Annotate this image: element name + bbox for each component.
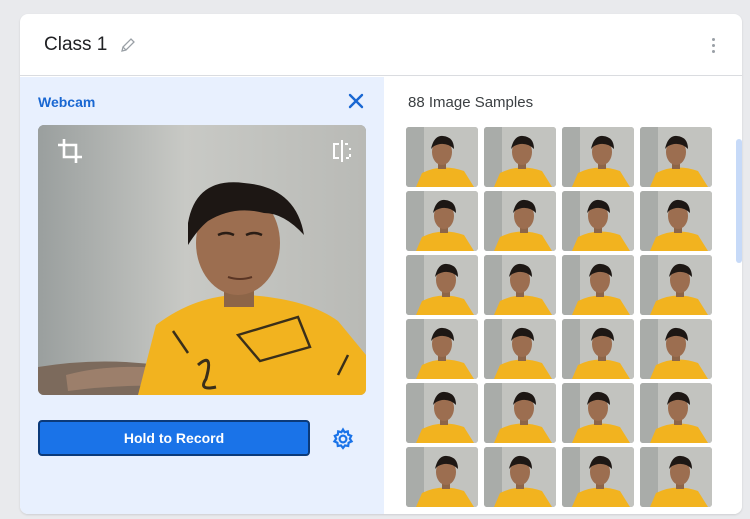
sample-thumbnail[interactable] xyxy=(640,447,712,507)
close-icon[interactable] xyxy=(346,91,366,111)
sample-thumbnail[interactable] xyxy=(640,255,712,315)
webcam-label: Webcam xyxy=(38,94,96,110)
sample-thumbnail[interactable] xyxy=(484,319,556,379)
sample-thumbnail[interactable] xyxy=(562,191,634,251)
class-card-header: Class 1 xyxy=(20,14,742,76)
sample-thumbnail[interactable] xyxy=(406,447,478,507)
sample-thumbnail[interactable] xyxy=(484,255,556,315)
sample-thumbnail[interactable] xyxy=(562,447,634,507)
sample-thumbnail[interactable] xyxy=(406,127,478,187)
webcam-image xyxy=(38,125,366,395)
samples-grid xyxy=(406,127,718,514)
sample-thumbnail[interactable] xyxy=(640,383,712,443)
sample-thumbnail[interactable] xyxy=(640,191,712,251)
sample-thumbnail[interactable] xyxy=(640,127,712,187)
sample-thumbnail[interactable] xyxy=(406,255,478,315)
pencil-icon[interactable] xyxy=(119,36,137,54)
sample-thumbnail[interactable] xyxy=(406,383,478,443)
sample-thumbnail[interactable] xyxy=(562,127,634,187)
sample-thumbnail[interactable] xyxy=(562,319,634,379)
sample-thumbnail[interactable] xyxy=(484,447,556,507)
kebab-menu-icon[interactable] xyxy=(712,38,716,54)
flip-icon[interactable] xyxy=(332,139,352,163)
class-card: Class 1 Webcam Hold to Record 88 Image S… xyxy=(20,14,742,514)
samples-scrollbar[interactable] xyxy=(736,139,742,263)
sample-thumbnail[interactable] xyxy=(484,127,556,187)
webcam-panel: Webcam Hold to Record xyxy=(20,77,384,514)
sample-thumbnail[interactable] xyxy=(640,319,712,379)
samples-panel: 88 Image Samples xyxy=(384,77,742,514)
sample-thumbnail[interactable] xyxy=(484,191,556,251)
crop-icon[interactable] xyxy=(56,137,84,165)
hold-to-record-button[interactable]: Hold to Record xyxy=(38,420,310,456)
sample-thumbnail[interactable] xyxy=(562,255,634,315)
gear-icon[interactable] xyxy=(331,427,355,451)
class-name[interactable]: Class 1 xyxy=(44,34,107,56)
samples-count-label: 88 Image Samples xyxy=(408,94,534,111)
webcam-preview xyxy=(38,125,366,395)
sample-thumbnail[interactable] xyxy=(484,383,556,443)
sample-thumbnail[interactable] xyxy=(406,191,478,251)
sample-thumbnail[interactable] xyxy=(562,383,634,443)
sample-thumbnail[interactable] xyxy=(406,319,478,379)
